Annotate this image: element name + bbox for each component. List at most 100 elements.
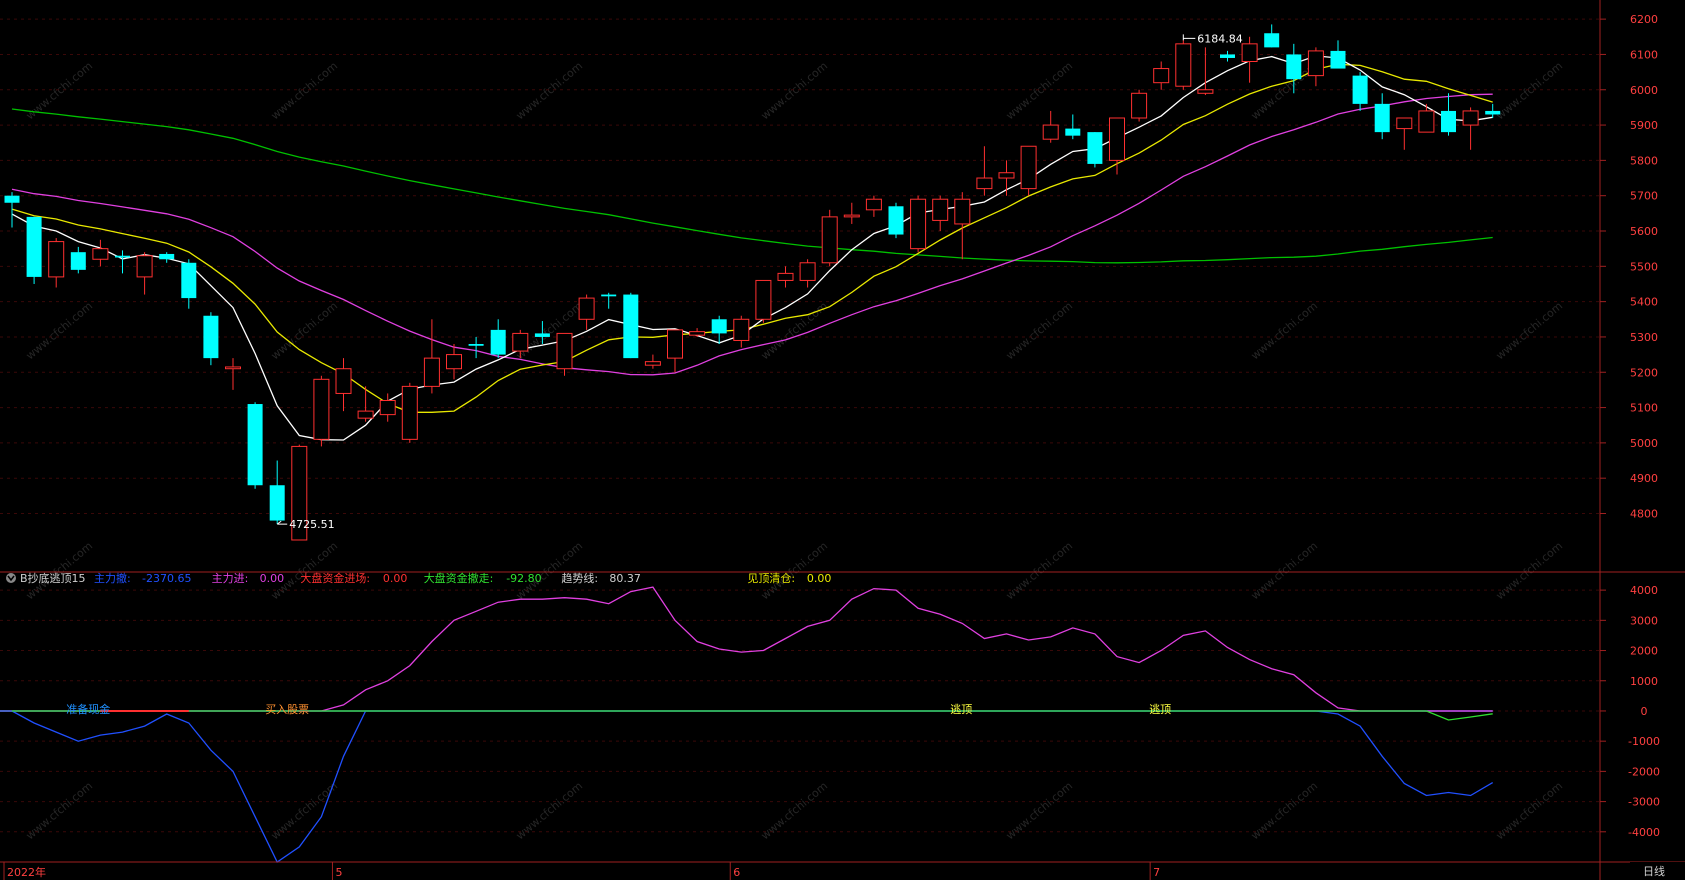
indicator-tick-label: 3000 (1630, 614, 1658, 627)
signal-label: 买入股票 (265, 703, 309, 716)
candle-body (48, 241, 65, 278)
candle-body (843, 214, 860, 218)
candle (225, 358, 241, 390)
candle (1307, 47, 1324, 87)
ma60-line (11, 108, 1493, 264)
low-marker (276, 520, 288, 525)
price-tick-label: 6100 (1630, 48, 1658, 61)
indicator-name: B抄底逃顶15 (20, 571, 86, 585)
candle-body (534, 333, 550, 337)
candle (313, 375, 330, 447)
candle (711, 315, 727, 344)
candle-body (1042, 124, 1059, 140)
candle-body (578, 297, 595, 320)
candle-body (4, 195, 20, 203)
price-tick-label: 5300 (1630, 331, 1658, 344)
candle (1330, 40, 1346, 69)
candle-body (1220, 54, 1235, 58)
date-tick-label: 7 (1153, 866, 1160, 879)
watermark-text: www.cfchi.com (759, 779, 831, 842)
candle-body (159, 253, 175, 260)
candle (1153, 61, 1170, 90)
indicator-tick-label: 0 (1641, 705, 1648, 718)
candle-body (92, 248, 109, 260)
watermark-text: www.cfchi.com (1249, 779, 1321, 842)
candle (888, 202, 904, 239)
indicator-item-label: 大盘资金撤走: (424, 571, 494, 585)
watermark-text: www.cfchi.com (1494, 539, 1566, 602)
moving-average-layer (11, 55, 1493, 441)
price-tick-label: 6000 (1630, 84, 1658, 97)
candle-body (1374, 103, 1390, 133)
date-tick-label: 6 (733, 866, 740, 879)
candle-body (512, 332, 529, 352)
candle-body (932, 198, 949, 221)
candle (1241, 36, 1258, 83)
candle (1042, 110, 1059, 143)
candle (70, 246, 86, 274)
watermark-text: www.cfchi.com (24, 539, 96, 602)
candle (48, 238, 65, 288)
candle (1462, 107, 1479, 150)
candle (92, 239, 109, 267)
candle (4, 192, 20, 228)
candle (1441, 93, 1456, 136)
signal-label: 准备现金 (66, 702, 110, 716)
candle-body (70, 252, 86, 270)
candle (115, 250, 130, 274)
candle-body (225, 366, 241, 370)
candle-body (26, 216, 42, 277)
candle-body (733, 318, 750, 341)
candle-body (1109, 117, 1125, 161)
candle-body (689, 331, 706, 336)
candle-body (269, 485, 285, 521)
watermark-text: www.cfchi.com (514, 59, 586, 122)
candle (777, 266, 794, 288)
candle-body (601, 294, 617, 297)
grid-layer (0, 18, 1600, 833)
candle (1352, 72, 1368, 111)
stock-chart[interactable]: www.cfchi.com www.cfchi.com www.cfchi.com w… (0, 0, 1685, 880)
watermark-text: www.cfchi.com (1494, 59, 1566, 122)
candle-body (1065, 128, 1081, 136)
period-text: 日线 (1643, 864, 1665, 878)
candle (357, 386, 374, 422)
candle (1396, 117, 1413, 150)
candle (910, 195, 927, 253)
indicator-tick-label: -2000 (1628, 765, 1660, 778)
date-tick-label: 2022年 (7, 865, 46, 879)
candle (755, 279, 772, 323)
candle (578, 294, 595, 330)
candle (998, 160, 1015, 196)
watermark-text: www.cfchi.com (1004, 59, 1076, 122)
watermark-text: www.cfchi.com (1004, 299, 1076, 362)
candle-body (379, 400, 396, 416)
candle-body (1197, 89, 1214, 94)
candle (623, 292, 639, 359)
collapse-icon[interactable] (6, 573, 16, 583)
main-force-out-line (11, 710, 1494, 863)
candle (601, 292, 617, 309)
watermark-text: www.cfchi.com (514, 299, 586, 362)
price-tick-label: 5600 (1630, 225, 1658, 238)
candle (247, 402, 263, 489)
ma10-line (11, 63, 1493, 413)
indicator-item-value: -92.80 (506, 572, 541, 585)
candle (446, 344, 462, 380)
watermark-text: www.cfchi.com (759, 539, 831, 602)
candle-body (181, 262, 197, 299)
candle-body (357, 410, 374, 419)
candle-body (136, 255, 153, 278)
price-tick-label: 4900 (1630, 472, 1658, 485)
candle-body (1087, 132, 1103, 164)
indicator-item-label: 见顶清仓: (747, 571, 795, 585)
indicator-item-value: 0.00 (807, 572, 832, 585)
indicator-header: B抄底逃顶15 主力撤: -2370.65 主力进: 0.00 大盘资金进场: 0.00 大… (6, 571, 831, 585)
candle (1374, 93, 1390, 140)
indicator-tick-label: 2000 (1630, 645, 1658, 658)
candle-body (1286, 54, 1302, 80)
candle (26, 216, 42, 284)
indicator-item-label: 主力进: (212, 572, 249, 585)
price-tick-label: 4800 (1630, 508, 1658, 521)
period-label[interactable]: 日线 (1630, 862, 1685, 880)
